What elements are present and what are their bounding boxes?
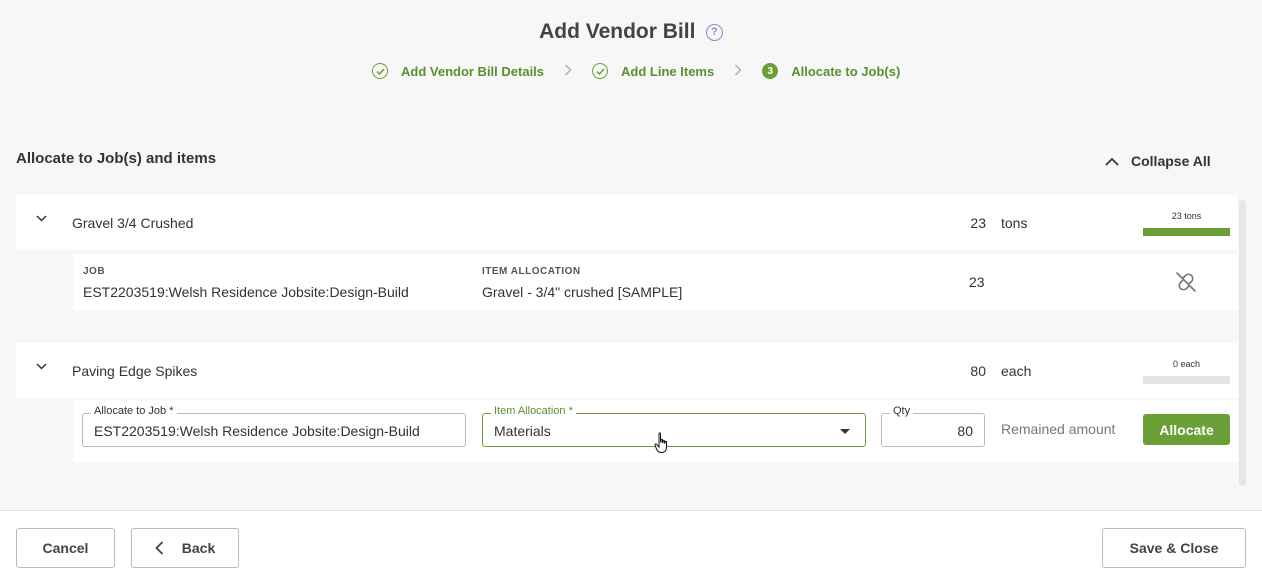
line-item-row[interactable]: Gravel 3/4 Crushed 23 tons 23 tons (16, 195, 1238, 250)
step-label: Add Line Items (621, 63, 715, 79)
title-row: Add Vendor Bill ? (0, 20, 1262, 44)
allocation-row: JOB EST2203519:Welsh Residence Jobsite:D… (73, 254, 1238, 310)
allocate-to-job-label: Allocate to Job * (91, 405, 177, 417)
step-label: Allocate to Job(s) (791, 63, 901, 79)
back-button[interactable]: Back (131, 528, 239, 568)
item-unit: tons (1001, 214, 1028, 231)
item-allocation-column-label: ITEM ALLOCATION (482, 266, 581, 277)
chevron-right-icon (734, 64, 742, 79)
question-circle-icon[interactable]: ? (705, 23, 723, 41)
allocation-progress: 0 each (1143, 359, 1230, 384)
cancel-label: Cancel (42, 540, 89, 556)
allocate-to-job-field[interactable]: Allocate to Job * EST2203519:Welsh Resid… (82, 405, 466, 447)
allocation-list[interactable]: Gravel 3/4 Crushed 23 tons 23 tons JOB E… (16, 178, 1238, 488)
stepper: Add Vendor Bill Details Add Line Items 3… (372, 63, 900, 79)
cancel-button[interactable]: Cancel (16, 528, 115, 568)
step-number-badge: 3 (762, 63, 779, 79)
dropdown-arrow-icon[interactable] (840, 429, 850, 434)
page-title: Add Vendor Bill (539, 20, 696, 43)
page-header: Add Vendor Bill ? Add Vendor Bill Detail… (0, 0, 1262, 110)
allocate-to-job-value: EST2203519:Welsh Residence Jobsite:Desig… (94, 423, 420, 439)
step-label: Add Vendor Bill Details (401, 63, 545, 79)
line-item-row[interactable]: Paving Edge Spikes 80 each 0 each (16, 343, 1238, 398)
job-column-label: JOB (83, 266, 106, 277)
item-allocation-value: Materials (494, 423, 551, 439)
collapse-all-label: Collapse All (1131, 153, 1211, 169)
item-allocation-value: Gravel - 3/4" crushed [SAMPLE] (482, 284, 683, 300)
progress-track (1143, 376, 1230, 384)
item-name: Paving Edge Spikes (72, 362, 198, 379)
back-label: Back (181, 540, 216, 556)
qty-value: 80 (957, 423, 973, 439)
unlink-icon[interactable] (1174, 271, 1198, 293)
progress-track (1143, 228, 1230, 236)
item-name: Gravel 3/4 Crushed (72, 214, 194, 231)
job-value: EST2203519:Welsh Residence Jobsite:Desig… (83, 284, 409, 300)
save-close-button[interactable]: Save & Close (1102, 528, 1246, 568)
allocation-progress: 23 tons (1143, 211, 1230, 236)
check-circle-icon (592, 63, 609, 79)
item-allocation-label: Item Allocation * (491, 405, 576, 417)
collapse-all-button[interactable]: Collapse All (1105, 153, 1211, 169)
item-qty: 80 (970, 362, 986, 379)
item-allocation-select[interactable]: Item Allocation * Materials (482, 405, 866, 447)
chevron-down-icon[interactable] (36, 215, 47, 222)
chevron-down-icon[interactable] (36, 363, 47, 370)
progress-label: 0 each (1172, 359, 1201, 369)
item-qty: 23 (970, 214, 986, 231)
section-title: Allocate to Job(s) and items (16, 150, 217, 167)
progress-label: 23 tons (1171, 211, 1202, 221)
save-close-label: Save & Close (1129, 540, 1219, 556)
item-unit: each (1001, 362, 1032, 379)
allocate-button[interactable]: Allocate (1143, 414, 1230, 445)
step-line-items[interactable]: Add Line Items (592, 63, 714, 79)
progress-fill (1143, 228, 1230, 236)
chevron-up-icon (1105, 157, 1119, 166)
qty-label: Qty (890, 405, 914, 417)
chevron-left-icon (154, 541, 163, 555)
remained-amount-text: Remained amount (1001, 421, 1116, 437)
footer-bar: Cancel Back Save & Close (0, 510, 1262, 576)
allocated-qty: 23 (969, 274, 985, 290)
qty-input[interactable]: Qty 80 (881, 405, 985, 447)
check-circle-icon (372, 63, 388, 79)
step-allocate-jobs[interactable]: 3 Allocate to Job(s) (762, 63, 900, 79)
chevron-right-icon (564, 64, 572, 79)
step-vendor-bill-details[interactable]: Add Vendor Bill Details (372, 63, 544, 79)
hand-pointer-icon (654, 432, 667, 453)
scrollbar[interactable] (1239, 200, 1246, 486)
